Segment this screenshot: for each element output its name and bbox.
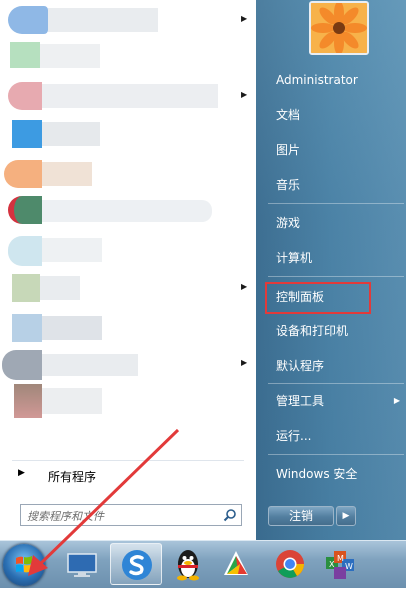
program-icon bbox=[8, 196, 42, 224]
monitor-glyph bbox=[67, 553, 97, 577]
guard-glyph bbox=[224, 551, 248, 575]
search-input[interactable] bbox=[25, 507, 219, 525]
menu-item-documents[interactable]: 文档 bbox=[276, 105, 300, 125]
program-icon bbox=[12, 120, 42, 148]
menu-item-computer[interactable]: 计算机 bbox=[276, 248, 312, 268]
program-label-blur bbox=[42, 162, 92, 186]
menu-item-default-programs[interactable]: 默认程序 bbox=[276, 356, 324, 376]
office-icon[interactable]: X M W bbox=[320, 545, 360, 583]
program-item[interactable]: ▶ bbox=[0, 78, 256, 114]
program-icon bbox=[8, 82, 42, 110]
svg-text:M: M bbox=[337, 554, 344, 563]
chrome-icon[interactable] bbox=[270, 545, 310, 583]
menu-item-admin-tools[interactable]: 管理工具 ▶ bbox=[276, 391, 404, 411]
submenu-arrow-icon: ▶ bbox=[393, 396, 400, 405]
program-label-blur bbox=[40, 44, 100, 68]
submenu-arrow-icon: ▶ bbox=[241, 14, 248, 23]
program-item[interactable]: ▶ bbox=[0, 270, 256, 306]
windows-logo-icon bbox=[16, 556, 32, 573]
submenu-arrow-icon: ▶ bbox=[241, 358, 248, 367]
program-item[interactable] bbox=[0, 232, 256, 268]
menu-separator bbox=[268, 454, 404, 455]
chrome-glyph bbox=[276, 550, 304, 578]
program-icon bbox=[8, 6, 48, 34]
menu-item-windows-security[interactable]: Windows 安全 bbox=[276, 464, 357, 484]
svg-text:W: W bbox=[345, 562, 353, 571]
menu-separator bbox=[268, 276, 404, 277]
taskbar: X M W bbox=[0, 540, 406, 588]
menu-separator bbox=[268, 383, 404, 384]
start-menu-left-panel: ▶ ▶ ▶ ▶ ▶ 所有程序 搜索程序和文件 bbox=[0, 0, 256, 540]
start-orb-icon[interactable] bbox=[3, 544, 45, 586]
office-glyph: X M W bbox=[326, 551, 354, 579]
taskbar-active-item[interactable] bbox=[110, 543, 162, 585]
program-label-blur bbox=[42, 200, 212, 222]
program-label-blur bbox=[42, 316, 102, 340]
menu-item-devices-printers[interactable]: 设备和打印机 bbox=[276, 321, 348, 341]
annotation-highlight-box bbox=[265, 282, 371, 314]
program-label-blur bbox=[42, 84, 218, 108]
desktop-monitor-icon[interactable] bbox=[62, 545, 102, 583]
program-icon bbox=[14, 384, 42, 418]
program-item[interactable] bbox=[0, 192, 256, 228]
program-label-blur bbox=[42, 354, 138, 376]
submenu-arrow-icon: ▶ bbox=[241, 90, 248, 99]
program-label-blur bbox=[42, 388, 102, 414]
program-item[interactable] bbox=[0, 116, 256, 152]
program-item[interactable]: ▶ bbox=[0, 346, 256, 382]
menu-item-administrator[interactable]: Administrator bbox=[276, 70, 358, 90]
shutdown-options-arrow-icon[interactable]: ▶ bbox=[336, 506, 356, 526]
program-item[interactable] bbox=[0, 310, 256, 346]
program-icon bbox=[4, 160, 42, 188]
program-item[interactable] bbox=[0, 382, 256, 418]
program-icon bbox=[12, 274, 40, 302]
security-guard-icon[interactable] bbox=[216, 545, 256, 583]
program-label-blur bbox=[48, 8, 158, 32]
program-icon bbox=[8, 236, 42, 266]
search-icon[interactable] bbox=[223, 508, 237, 522]
expand-arrow-icon: ▶ bbox=[18, 468, 25, 478]
penguin-glyph bbox=[177, 550, 199, 581]
program-icon bbox=[10, 42, 40, 68]
all-programs-label: 所有程序 bbox=[48, 470, 97, 484]
qq-penguin-icon[interactable] bbox=[168, 545, 208, 583]
program-item[interactable] bbox=[0, 38, 256, 74]
sogou-icon bbox=[122, 550, 152, 580]
menu-item-run[interactable]: 运行... bbox=[276, 426, 311, 446]
program-icon bbox=[2, 350, 42, 380]
menu-separator bbox=[268, 203, 404, 204]
program-label-blur bbox=[42, 238, 102, 262]
program-label-blur bbox=[40, 276, 80, 300]
user-picture[interactable] bbox=[309, 1, 369, 55]
flower-picture-icon bbox=[311, 3, 367, 53]
logoff-button[interactable]: 注销 bbox=[268, 506, 334, 526]
program-item[interactable] bbox=[0, 156, 256, 192]
all-programs-item[interactable]: ▶ 所有程序 bbox=[10, 464, 250, 486]
program-icon bbox=[12, 314, 42, 342]
admin-tools-label: 管理工具 bbox=[276, 394, 325, 408]
svg-text:X: X bbox=[329, 560, 335, 569]
program-item[interactable]: ▶ bbox=[0, 2, 256, 38]
submenu-arrow-icon: ▶ bbox=[241, 282, 248, 291]
search-box[interactable] bbox=[20, 504, 242, 526]
left-separator bbox=[12, 460, 244, 461]
start-menu-right-panel: Administrator 文档 图片 音乐 游戏 计算机 控制面板 设备和打印… bbox=[256, 0, 406, 540]
menu-item-pictures[interactable]: 图片 bbox=[276, 140, 300, 160]
program-label-blur bbox=[42, 122, 100, 146]
menu-item-games[interactable]: 游戏 bbox=[276, 213, 300, 233]
menu-item-music[interactable]: 音乐 bbox=[276, 175, 300, 195]
